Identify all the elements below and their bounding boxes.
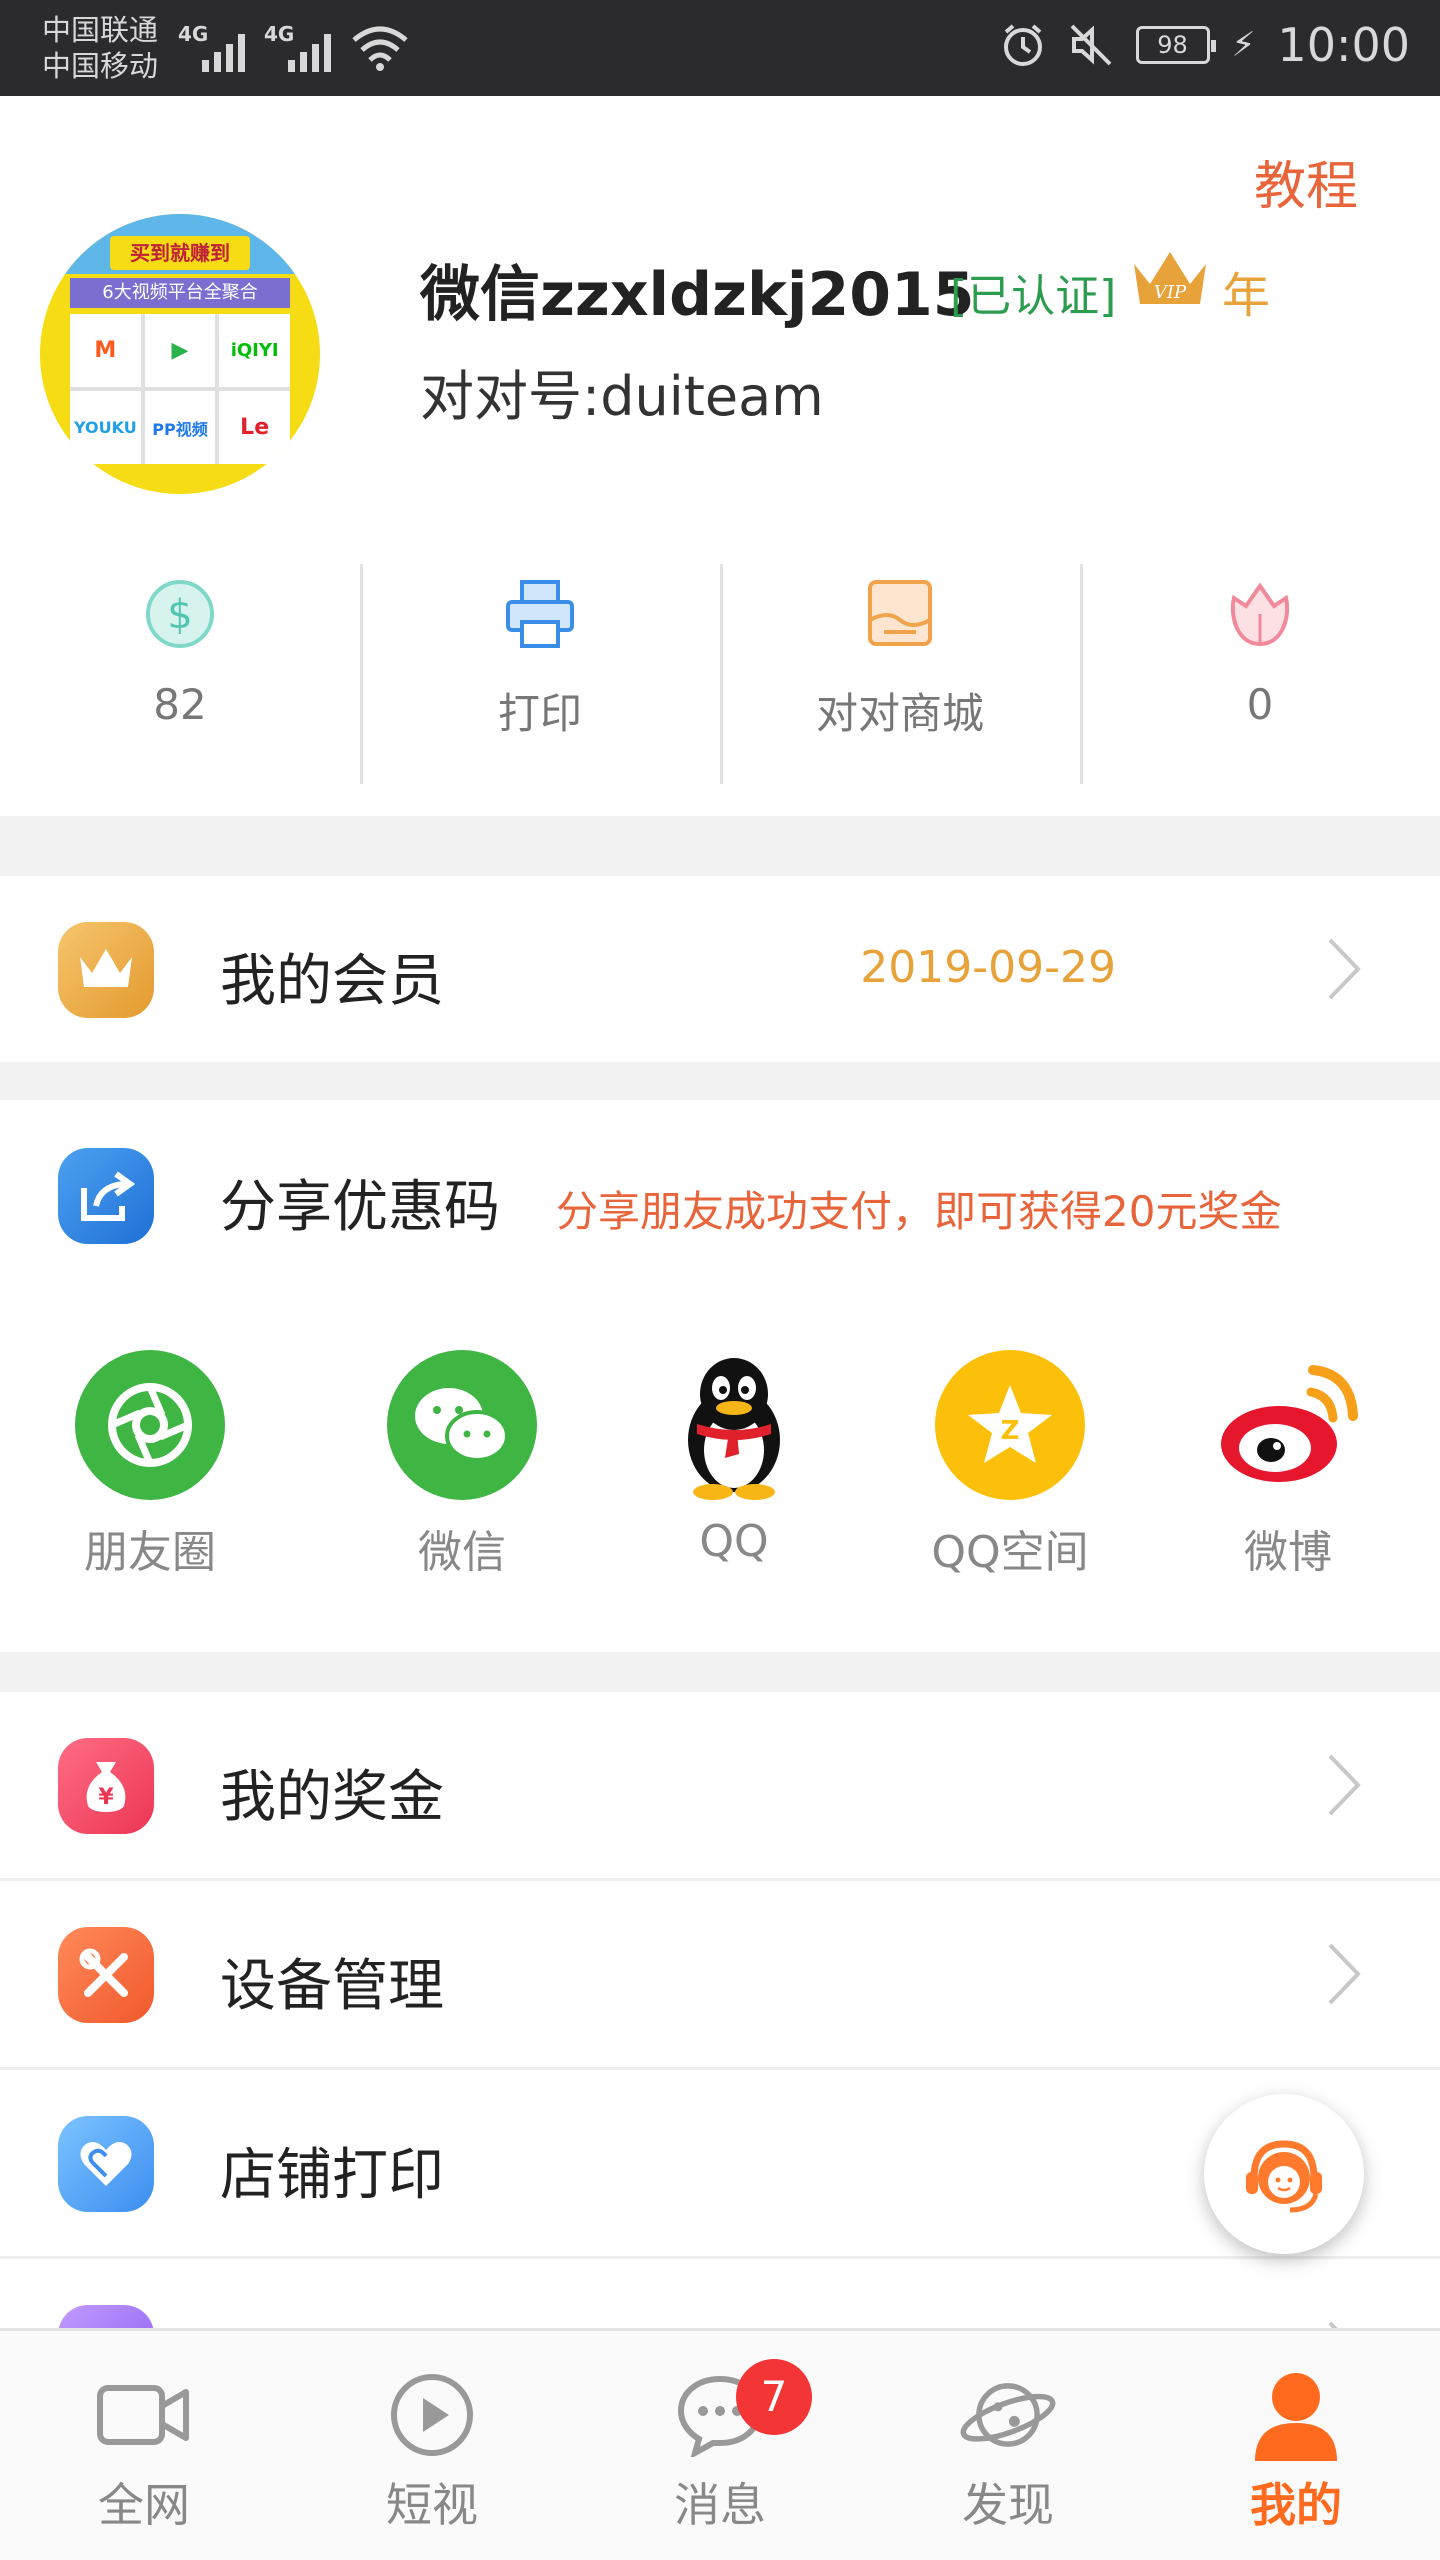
- share-qq-label: QQ: [699, 1516, 769, 1567]
- play-circle-icon: [382, 2367, 482, 2463]
- vip-crown-icon: VIP: [1134, 252, 1206, 304]
- tab-messages[interactable]: 7 消息: [576, 2331, 864, 2560]
- user-handle: 对对号:duiteam: [420, 365, 824, 428]
- bottom-nav: 全网 短视 7 消息 发现 我的: [0, 2328, 1440, 2560]
- heart-icon: [58, 2116, 154, 2212]
- svg-text:VIP: VIP: [1154, 282, 1187, 303]
- tab-discover-label: 发现: [962, 2478, 1054, 2532]
- battery-indicator: 98: [1135, 26, 1216, 64]
- menu-row-bonus[interactable]: ¥ 我的奖金: [0, 1692, 1440, 1878]
- share-title: 分享优惠码: [220, 1175, 500, 1240]
- menu-shop-print-title: 店铺打印: [220, 2143, 444, 2208]
- avatar-banner: 买到就赚到: [110, 236, 250, 270]
- signal-2-icon: 4G: [264, 22, 334, 72]
- chevron-right-icon: [1328, 1943, 1361, 2005]
- wechat-icon: [387, 1350, 537, 1500]
- share-section: 分享优惠码 分享朋友成功支付，即可获得20元奖金 朋友圈 微信 QQ Z QQ空…: [0, 1100, 1440, 1652]
- headset-icon: [1246, 2140, 1322, 2213]
- carrier-2: 中国移动: [42, 49, 159, 83]
- planet-icon: [958, 2367, 1058, 2463]
- stat-flowers-value: 0: [1246, 680, 1274, 729]
- partial-row-icon: [58, 2305, 154, 2328]
- weibo-icon: [1213, 1350, 1363, 1500]
- vip-period: 年: [1222, 268, 1271, 324]
- mall-icon: [868, 580, 932, 646]
- signal-1-icon: 4G: [178, 22, 248, 72]
- tab-short-video[interactable]: 短视: [288, 2331, 576, 2560]
- message-badge: 7: [736, 2359, 812, 2435]
- tab-discover[interactable]: 发现: [864, 2331, 1152, 2560]
- share-wechat-label: 微信: [418, 1527, 506, 1578]
- chevron-right-icon: [1328, 1754, 1361, 1816]
- share-weibo-label: 微博: [1244, 1527, 1332, 1578]
- crown-icon: [58, 922, 154, 1018]
- svg-text:$: $: [167, 592, 192, 638]
- user-name: 微信zzxldzkj2015: [420, 260, 975, 330]
- stat-print[interactable]: 打印: [360, 564, 720, 784]
- svg-text:¥: ¥: [98, 1785, 114, 1810]
- menu-row-partial[interactable]: [0, 2259, 1440, 2328]
- membership-row[interactable]: 我的会员 2019-09-29: [0, 876, 1440, 1062]
- share-qzone-button[interactable]: Z QQ空间: [890, 1350, 1130, 1580]
- share-moments-label: 朋友圈: [84, 1527, 216, 1578]
- stat-balance[interactable]: $ 82: [0, 564, 360, 784]
- chevron-right-icon: [1328, 2321, 1338, 2328]
- money-bag-icon: ¥: [58, 1738, 154, 1834]
- share-wechat-button[interactable]: 微信: [342, 1350, 582, 1580]
- clock: 10:00: [1277, 18, 1410, 72]
- tab-mine-label: 我的: [1250, 2478, 1342, 2532]
- alarm-icon: [1003, 24, 1042, 66]
- stat-balance-value: 82: [153, 680, 207, 729]
- svg-text:Z: Z: [1001, 1416, 1020, 1446]
- tutorial-link[interactable]: 教程: [1254, 144, 1358, 219]
- share-qq-button[interactable]: QQ: [614, 1350, 854, 1567]
- stat-flowers[interactable]: 0: [1080, 564, 1440, 784]
- menu-row-devices[interactable]: 设备管理: [0, 1881, 1440, 2067]
- qzone-icon: Z: [935, 1350, 1085, 1500]
- avatar-subtitle: 6大视频平台全聚合: [70, 278, 290, 308]
- share-targets: 朋友圈 微信 QQ Z QQ空间 微博: [0, 1350, 1440, 1610]
- flower-icon: [1230, 582, 1290, 647]
- share-weibo-button[interactable]: 微博: [1168, 1350, 1408, 1580]
- signal-indicators: 4G 4G: [178, 22, 410, 72]
- carrier-labels: 中国联通 中国移动: [42, 12, 158, 84]
- printer-icon: [506, 580, 574, 648]
- user-icon: [1246, 2367, 1346, 2463]
- avatar-logo-grid: M ▶ iQIYI YOUKU PP视频 Le: [70, 314, 290, 464]
- membership-title: 我的会员: [220, 949, 444, 1014]
- membership-expiry: 2019-09-29: [860, 942, 1116, 993]
- tools-icon: [58, 1927, 154, 2023]
- avatar[interactable]: 买到就赚到 6大视频平台全聚合 M ▶ iQIYI YOUKU PP视频 Le: [40, 214, 320, 494]
- share-moments-button[interactable]: 朋友圈: [30, 1350, 270, 1580]
- profile-header: 教程 买到就赚到 6大视频平台全聚合 M ▶ iQIYI YOUKU PP视频 …: [0, 96, 1440, 816]
- dollar-icon: $: [146, 580, 214, 648]
- stat-mall-label: 对对商城: [815, 689, 984, 738]
- stats-bar: $ 82 打印 对对商城 0: [0, 564, 1440, 784]
- qq-icon: [659, 1350, 809, 1500]
- share-promo-text: 分享朋友成功支付，即可获得20元奖金: [556, 1187, 1282, 1236]
- wifi-icon: [352, 26, 408, 71]
- tab-all-web[interactable]: 全网: [0, 2331, 288, 2560]
- customer-service-button[interactable]: [1204, 2094, 1364, 2254]
- chevron-right-icon: [1328, 938, 1361, 1000]
- mute-icon: [1070, 24, 1111, 66]
- tab-messages-label: 消息: [674, 2478, 766, 2532]
- menu-devices-title: 设备管理: [220, 1954, 444, 2019]
- video-camera-icon: [94, 2367, 194, 2463]
- carrier-1: 中国联通: [42, 13, 159, 47]
- tab-mine[interactable]: 我的: [1152, 2331, 1440, 2560]
- stat-print-label: 打印: [497, 689, 582, 738]
- stat-mall[interactable]: 对对商城: [720, 564, 1080, 784]
- share-icon: [58, 1148, 154, 1244]
- share-qzone-label: QQ空间: [931, 1527, 1089, 1578]
- tab-short-video-label: 短视: [386, 2478, 478, 2532]
- moments-icon: [75, 1350, 225, 1500]
- status-right: 98 ⚡ 10:00: [1000, 18, 1410, 72]
- charging-icon: ⚡: [1231, 25, 1256, 65]
- menu-bonus-title: 我的奖金: [220, 1765, 444, 1830]
- verified-badge: [已认证]: [950, 271, 1117, 322]
- tab-all-web-label: 全网: [98, 2478, 190, 2532]
- status-bar: 中国联通 中国移动 4G 4G 98 ⚡ 10:00: [0, 0, 1440, 96]
